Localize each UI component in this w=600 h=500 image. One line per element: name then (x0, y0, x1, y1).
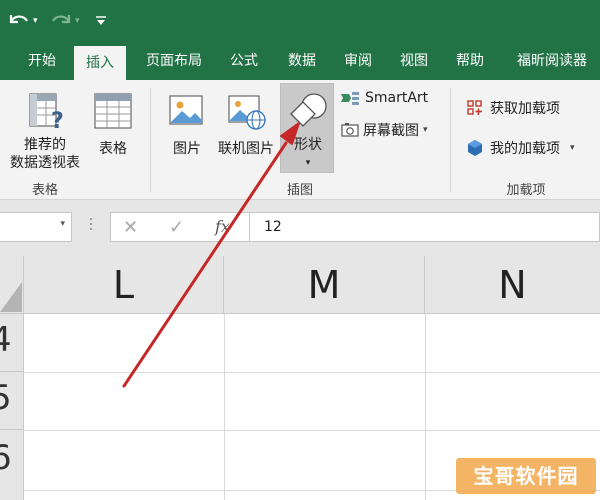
undo-icon (9, 15, 28, 24)
table-label: 表格 (99, 141, 127, 157)
my-addins-label: 我的加载项 (490, 141, 560, 157)
picture-icon (169, 95, 203, 125)
get-addins-label: 获取加载项 (490, 101, 560, 117)
undo-dropdown-icon[interactable]: ▾ (33, 16, 38, 26)
ribbon-tabs: 开始 插入 页面布局 公式 数据 审阅 视图 帮助 福昕阅读器 (0, 42, 600, 80)
my-addins-dropdown-icon[interactable]: ▾ (570, 143, 575, 153)
smartart-label: SmartArt (365, 90, 429, 106)
picture-button[interactable]: 图片 (164, 86, 210, 176)
tab-help[interactable]: 帮助 (446, 42, 494, 80)
cell-n4[interactable] (426, 314, 600, 372)
cancel-icon[interactable]: ✕ (123, 217, 138, 238)
select-all-corner[interactable] (0, 256, 24, 314)
tab-foxit-reader[interactable]: 福昕阅读器 (508, 42, 596, 80)
insert-function-button[interactable]: fx (215, 217, 230, 236)
group-divider (450, 88, 451, 192)
cell-m4[interactable] (225, 314, 425, 372)
screenshot-dropdown-icon[interactable]: ▾ (423, 125, 428, 135)
screenshot-label: 屏幕截图 (363, 123, 419, 139)
formula-buttons: ✕ ✓ fx (110, 212, 250, 242)
online-picture-icon (228, 95, 266, 130)
my-addins-button[interactable]: 我的加载项 ▾ (466, 138, 575, 158)
smartart-button[interactable]: SmartArt (340, 90, 428, 106)
shapes-icon (290, 93, 327, 127)
name-box[interactable]: ▾ (0, 212, 72, 242)
group-label-illustrations: 插图 (286, 183, 313, 198)
online-picture-button[interactable]: 联机图片 (214, 86, 278, 176)
get-addins-button[interactable]: 获取加载项 (466, 98, 560, 118)
shapes-button[interactable]: 形状 ▾ (280, 83, 334, 173)
online-picture-label: 联机图片 (218, 141, 274, 157)
recommended-pivot-label-line1: 推荐的 (24, 137, 66, 153)
column-header-m[interactable]: M (224, 256, 425, 314)
cell-m5[interactable] (225, 373, 425, 430)
smartart-icon (341, 92, 359, 105)
cell-l6[interactable] (24, 431, 224, 490)
svg-text:?: ? (51, 109, 64, 132)
redo-dropdown-icon[interactable]: ▾ (75, 16, 80, 26)
redo-button[interactable]: ▾ (48, 8, 80, 34)
pivot-table-icon: ? (29, 93, 64, 132)
undo-button[interactable]: ▾ (6, 8, 38, 34)
picture-label: 图片 (173, 141, 201, 157)
watermark: 宝哥软件园 (456, 458, 596, 494)
recommended-pivot-label-line2: 数据透视表 (10, 155, 80, 171)
row-header-5[interactable]: 5 (0, 372, 24, 430)
screenshot-icon (341, 123, 359, 137)
shapes-label: 形状 (294, 137, 322, 153)
tab-formulas[interactable]: 公式 (220, 42, 268, 80)
redo-icon (52, 15, 71, 24)
row-header-4[interactable]: 4 (0, 314, 24, 372)
tab-view[interactable]: 视图 (390, 42, 438, 80)
group-label-addins: 加载项 (506, 183, 546, 198)
tab-insert[interactable]: 插入 (74, 46, 126, 80)
customize-quick-access-icon (96, 16, 106, 25)
my-addins-icon (468, 140, 482, 156)
column-header-l[interactable]: L (24, 256, 224, 314)
formula-input[interactable]: 12 (250, 212, 600, 242)
column-header-n[interactable]: N (425, 256, 600, 314)
title-bar: ▾ ▾ (0, 0, 600, 42)
cell-n5[interactable] (426, 373, 600, 430)
formula-bar: ▾ ✕ ✓ fx 12 (0, 200, 600, 256)
recommended-pivot-table-button[interactable]: ? 推荐的 数据透视表 (4, 86, 86, 176)
group-label-tables: 表格 (31, 183, 58, 198)
tab-data[interactable]: 数据 (278, 42, 326, 80)
table-icon (94, 93, 132, 129)
customize-quick-access-button[interactable] (94, 8, 108, 34)
ribbon: ? 推荐的 数据透视表 表格 表格 图片 联机图片 形状 ▾ SmartArt … (0, 80, 600, 200)
tab-review[interactable]: 审阅 (334, 42, 382, 80)
formula-bar-resize-handle[interactable] (90, 218, 93, 236)
select-all-triangle-icon (0, 282, 22, 312)
table-button[interactable]: 表格 (88, 86, 138, 176)
cell-m6[interactable] (225, 431, 425, 490)
tab-page-layout[interactable]: 页面布局 (136, 42, 212, 80)
shapes-dropdown-icon: ▾ (305, 158, 311, 168)
cell-l5[interactable] (24, 373, 224, 430)
group-divider (150, 88, 151, 192)
checkmark-icon[interactable]: ✓ (169, 217, 184, 238)
tab-home[interactable]: 开始 (18, 42, 66, 80)
screenshot-button[interactable]: 屏幕截图 ▾ (340, 120, 428, 140)
row-header-6[interactable]: 6 (0, 430, 24, 500)
name-box-dropdown-icon[interactable]: ▾ (60, 219, 65, 229)
cell-l4[interactable] (24, 314, 224, 372)
store-icon (467, 100, 482, 115)
